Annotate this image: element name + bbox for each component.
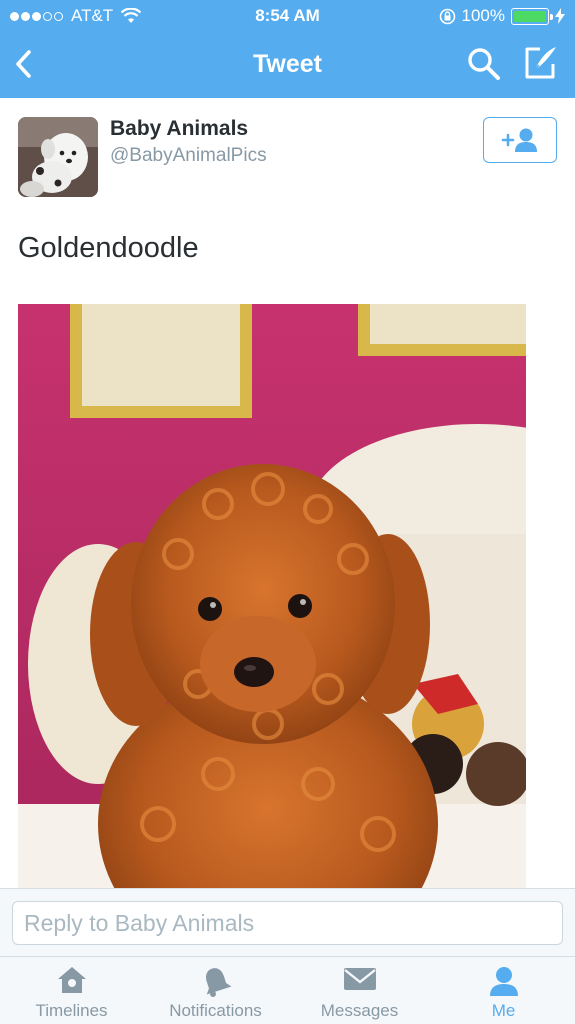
compose-button[interactable] <box>522 44 560 82</box>
follow-button[interactable] <box>483 117 557 163</box>
tab-label: Me <box>491 1001 516 1020</box>
rotation-lock-icon <box>439 8 455 24</box>
tab-timelines[interactable]: Timelines <box>0 957 143 1024</box>
battery-icon <box>511 7 553 25</box>
charging-icon <box>555 8 565 24</box>
battery-level <box>514 10 546 22</box>
follow-user-icon <box>501 128 537 152</box>
compose-icon <box>525 47 556 79</box>
battery-percentage: 100% <box>461 6 505 25</box>
reply-input[interactable] <box>12 901 563 945</box>
status-bar: AT&T 8:54 AM 100% <box>0 0 575 32</box>
tab-bar: Timelines Notifications Messages Me <box>0 956 575 1024</box>
home-icon <box>57 967 86 993</box>
tweet-text: Goldendoodle <box>18 232 199 264</box>
tab-label: Messages <box>320 1001 399 1020</box>
search-button[interactable] <box>466 46 502 82</box>
status-right: 100% <box>439 6 565 26</box>
person-icon <box>489 967 518 996</box>
search-icon <box>468 48 500 80</box>
tab-label: Timelines <box>35 1001 108 1020</box>
tab-notifications[interactable]: Notifications <box>144 957 287 1024</box>
reply-bar <box>0 888 575 956</box>
puppy-photo <box>18 304 526 888</box>
tab-label: Notifications <box>169 1001 262 1020</box>
avatar-image <box>18 117 98 197</box>
tab-me[interactable]: Me <box>432 957 575 1024</box>
navigation-bar: Tweet <box>0 32 575 98</box>
tab-messages[interactable]: Messages <box>288 957 431 1024</box>
envelope-icon <box>343 968 376 990</box>
author-name[interactable]: Baby Animals <box>110 117 248 141</box>
battery-cap <box>550 13 553 20</box>
bell-icon <box>205 968 231 997</box>
tweet-photo[interactable] <box>18 304 526 888</box>
tweet-author: Baby Animals @BabyAnimalPics <box>18 117 558 197</box>
author-handle[interactable]: @BabyAnimalPics <box>110 145 267 167</box>
header-bar: AT&T 8:54 AM 100% Tweet <box>0 0 575 98</box>
avatar[interactable] <box>18 117 98 197</box>
